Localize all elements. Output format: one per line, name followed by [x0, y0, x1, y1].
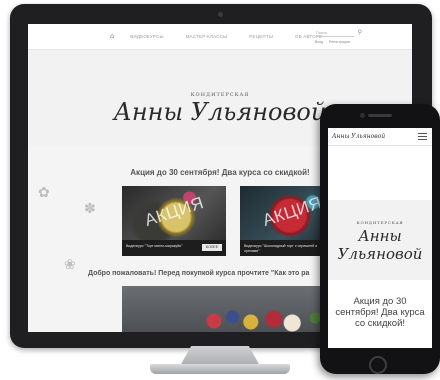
- phone-logo-subtitle: КОНДИТЕРСКАЯ: [356, 220, 404, 225]
- phone-small-logo[interactable]: Анны Ульяновой: [332, 133, 385, 140]
- phone-camera: [360, 113, 365, 118]
- hamburger-menu-icon[interactable]: [418, 133, 427, 140]
- phone-header: КОНДИТЕРСКАЯ Анны Ульяновой: [328, 200, 432, 280]
- monitor-stand-neck: [180, 346, 260, 366]
- search-icon[interactable]: ⚲: [358, 29, 362, 36]
- login-link[interactable]: Вход: [315, 40, 323, 44]
- cupcake-sketch-icon: ❀: [64, 256, 76, 272]
- register-link[interactable]: Регистрация: [329, 40, 350, 44]
- nav-item-masterclasses[interactable]: МАСТЕР-КЛАССЫ: [186, 34, 228, 39]
- home-icon[interactable]: ⌂: [110, 33, 114, 40]
- more-button[interactable]: БОЛЕЕ: [202, 244, 222, 251]
- nav-item-videocourses[interactable]: ВИДЕОКУРСЫ: [130, 34, 164, 39]
- phone-screen: Анны Ульяновой КОНДИТЕРСКАЯ Анны Ульянов…: [328, 128, 432, 348]
- phone-promo-heading: Акция до 30 сентября! Два курса со скидк…: [335, 296, 425, 329]
- whisk-sketch-icon: ✽: [84, 200, 96, 216]
- course-card[interactable]: АКЦИЯ Видеокурс "Торт манго-маракуйя" БО…: [122, 186, 226, 256]
- phone-home-button[interactable]: [369, 356, 387, 374]
- cake-sketch-icon: ✿: [38, 184, 50, 200]
- welcome-heading: Добро пожаловать! Перед покупкой курса п…: [88, 270, 310, 277]
- auth-links: Вход Регистрация: [315, 40, 350, 44]
- nav-item-recipes[interactable]: РЕЦЕПТЫ: [249, 34, 273, 39]
- mobile-phone: Анны Ульяновой КОНДИТЕРСКАЯ Анны Ульянов…: [320, 104, 440, 374]
- phone-topbar: Анны Ульяновой: [328, 128, 432, 146]
- top-navigation: ⌂ ВИДЕОКУРСЫ МАСТЕР-КЛАССЫ РЕЦЕПТЫ ОБ АВ…: [28, 24, 412, 50]
- monitor-stand-base: [150, 364, 290, 374]
- course-caption: Видеокурс "Шоколадный торт с черешней и …: [244, 244, 318, 253]
- phone-logo[interactable]: Анны Ульяновой: [328, 227, 432, 263]
- phone-speaker: [368, 114, 392, 117]
- camera-dot: [218, 12, 223, 17]
- dessert-banner-image: [122, 286, 352, 332]
- search-input[interactable]: Поиск: [316, 30, 354, 37]
- course-caption: Видеокурс "Торт манго-маракуйя": [126, 244, 183, 248]
